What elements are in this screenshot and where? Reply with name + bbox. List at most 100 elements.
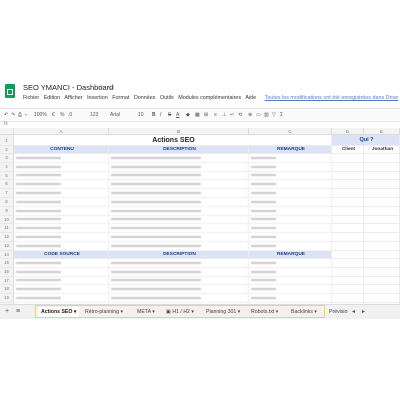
grid-cell[interactable] [109, 171, 249, 181]
grid-cell[interactable] [249, 154, 332, 163]
grid-cell[interactable] [364, 294, 400, 303]
scroll-left-icon[interactable]: ◂ [352, 307, 355, 317]
grid-cell[interactable] [249, 171, 332, 181]
tab-planning-301[interactable]: Planning 301 ▾ [206, 307, 240, 317]
menu-edition[interactable]: Édition [44, 95, 60, 101]
bold-icon[interactable]: B [152, 112, 156, 118]
italic-icon[interactable]: I [160, 112, 161, 118]
strikethrough-icon[interactable]: S [168, 112, 171, 118]
grid-cell[interactable] [14, 259, 109, 268]
grid-cell[interactable] [249, 162, 332, 172]
grid-cell[interactable] [332, 180, 364, 190]
grid-cell[interactable] [332, 242, 364, 251]
grid-cell[interactable] [364, 171, 400, 181]
tab-h1-h2[interactable]: ▣ H1 / H2 ▾ [166, 307, 194, 317]
grid-cell[interactable] [332, 162, 364, 172]
grid-cell[interactable] [249, 259, 332, 268]
grid-cell[interactable] [109, 276, 249, 286]
grid-cell[interactable] [364, 198, 400, 207]
sheet-title-cell[interactable]: Actions SEO [14, 135, 332, 146]
filter-icon[interactable]: ▽ [272, 112, 276, 118]
align-icon[interactable]: ≡ [214, 112, 217, 118]
menu-donnees[interactable]: Données [134, 95, 156, 101]
grid-cell[interactable] [332, 259, 364, 268]
grid-cell[interactable] [364, 285, 400, 295]
row-header[interactable]: 19 [0, 294, 14, 303]
select-all-corner[interactable] [0, 128, 14, 135]
percent-button[interactable]: % [60, 112, 64, 118]
grid-cell[interactable] [332, 294, 364, 303]
merge-icon[interactable]: ⊞ [204, 112, 208, 118]
row-header[interactable]: 14 [0, 251, 14, 259]
grid-cell[interactable] [109, 198, 249, 207]
tab-robots-txt[interactable]: Robots.txt ▾ [251, 307, 278, 317]
description-header-cell-2[interactable]: DESCRIPTION [109, 251, 249, 259]
grid-cell[interactable] [14, 162, 109, 172]
menu-modules[interactable]: Modules complémentaires [178, 95, 241, 101]
column-header-a[interactable]: A [14, 128, 109, 135]
zoom-select[interactable]: 100% [34, 112, 47, 118]
row-header[interactable]: 7 [0, 189, 14, 198]
grid-cell[interactable] [14, 224, 109, 234]
font-size-select[interactable]: 10 [138, 112, 144, 118]
borders-icon[interactable]: ▦ [195, 112, 200, 118]
grid-cell[interactable] [249, 224, 332, 234]
grid-cell[interactable] [249, 206, 332, 216]
grid-cell[interactable] [109, 267, 249, 277]
grid-cell[interactable] [14, 206, 109, 216]
sheet-grid[interactable]: A B C D E 1 Actions SEO Qui ? 2 CONTENU … [0, 128, 400, 304]
scroll-right-icon[interactable]: ▸ [362, 307, 365, 317]
remarque-header-cell-2[interactable]: REMARQUE [249, 251, 332, 259]
grid-cell[interactable] [332, 233, 364, 242]
grid-cell[interactable] [332, 267, 364, 277]
text-color-icon[interactable]: A [176, 112, 179, 118]
grid-cell[interactable] [14, 189, 109, 198]
tab-actions-seo[interactable]: Actions SEO ▾ [38, 307, 80, 317]
grid-cell[interactable] [109, 259, 249, 268]
row-header[interactable]: 15 [0, 259, 14, 268]
grid-cell[interactable] [14, 285, 109, 295]
grid-cell[interactable] [364, 224, 400, 234]
grid-cell[interactable] [14, 233, 109, 242]
contenu-header-cell[interactable]: CONTENU [14, 146, 109, 154]
tab-backlinks[interactable]: Backlinks ▾ [291, 307, 317, 317]
menu-outils[interactable]: Outils [160, 95, 174, 101]
grid-cell[interactable] [332, 276, 364, 286]
grid-cell[interactable] [109, 189, 249, 198]
description-header-cell[interactable]: DESCRIPTION [109, 146, 249, 154]
grid-cell[interactable] [109, 206, 249, 216]
remarque-header-cell[interactable]: REMARQUE [249, 146, 332, 154]
grid-cell[interactable] [332, 285, 364, 295]
row-header[interactable]: 3 [0, 154, 14, 163]
fill-color-icon[interactable]: ◆ [186, 112, 190, 118]
grid-cell[interactable] [364, 267, 400, 277]
font-select[interactable]: Arial [110, 112, 120, 118]
grid-cell[interactable] [249, 233, 332, 242]
row-header[interactable]: 1 [0, 135, 14, 146]
grid-cell[interactable] [249, 198, 332, 207]
menu-aide[interactable]: Aide [245, 95, 256, 101]
grid-cell[interactable] [14, 215, 109, 225]
jonathan-header-cell[interactable]: Jonathan [364, 146, 400, 154]
grid-cell[interactable] [249, 180, 332, 190]
folder-icon[interactable]: ▭ [108, 83, 115, 91]
grid-cell[interactable] [332, 206, 364, 216]
chart-icon[interactable]: ▥ [264, 112, 269, 118]
grid-cell[interactable] [332, 224, 364, 234]
row-header[interactable]: 5 [0, 171, 14, 181]
grid-cell[interactable] [332, 171, 364, 181]
grid-cell[interactable] [364, 259, 400, 268]
tab-meta[interactable]: META ▾ [137, 307, 155, 317]
row-header[interactable]: 6 [0, 180, 14, 190]
decrease-decimal-button[interactable]: .0 [68, 112, 72, 118]
grid-cell[interactable] [14, 242, 109, 251]
grid-cell[interactable] [364, 162, 400, 172]
menu-insertion[interactable]: Insertion [87, 95, 108, 101]
grid-cell[interactable] [364, 154, 400, 163]
grid-cell[interactable] [14, 294, 109, 303]
grid-cell[interactable] [249, 267, 332, 277]
rotate-icon[interactable]: ⟲ [238, 112, 242, 118]
plus-icon[interactable]: + [5, 307, 9, 317]
grid-cell[interactable] [332, 154, 364, 163]
sheets-logo[interactable] [5, 84, 15, 98]
